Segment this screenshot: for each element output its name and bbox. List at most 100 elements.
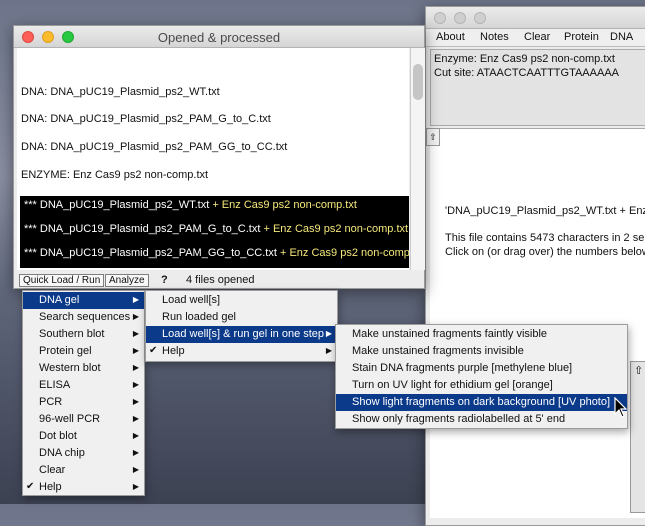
- main-popup-menu: DNA gel ▶ Search sequences ▶ Southern blot ▶ P…: [22, 290, 145, 496]
- submenu-arrow-icon: ▶: [132, 346, 139, 355]
- menu3-item[interactable]: Make unstained fragments invisible: [336, 343, 627, 360]
- menu-clear[interactable]: Clear: [524, 31, 550, 43]
- menu1-item[interactable]: Protein gel ▶: [23, 343, 144, 360]
- menu3-item[interactable]: Make unstained fragments faintly visible: [336, 326, 627, 343]
- submenu-arrow-icon: ▶: [325, 346, 332, 355]
- menu-item-label: Western blot: [39, 362, 101, 374]
- highlighted-row[interactable]: *** DNA_pUC19_Plasmid_ps2_WT.txt + Enz C…: [20, 196, 409, 220]
- submenu-arrow-icon: ▶: [132, 295, 139, 304]
- checkmark-icon: ✔: [26, 481, 35, 492]
- cut-site: Cut site: ATAACTCAATTTGTAAAAAA: [434, 67, 619, 79]
- scroll-up-icon[interactable]: ⇧: [634, 364, 643, 377]
- file-line-dna-wt[interactable]: DNA: DNA_pUC19_Plasmid_ps2_WT.txt: [21, 86, 220, 98]
- instruction-line: Click on (or drag over) the numbers belo…: [445, 246, 645, 258]
- submenu-arrow-icon: ▶: [132, 414, 139, 423]
- file-list-scrollbar[interactable]: [410, 48, 425, 270]
- menu2-item[interactable]: Load well[s] & run gel in one step ▶: [146, 326, 337, 343]
- zoom-window-button[interactable]: [474, 12, 486, 24]
- minimize-window-button[interactable]: [454, 12, 466, 24]
- menu3-item[interactable]: Stain DNA fragments purple [methylene bl…: [336, 360, 627, 377]
- submenu-arrow-icon: ▶: [132, 397, 139, 406]
- scroll-up-arrow-icon: ⇧: [429, 132, 437, 142]
- submenu-arrow-icon: ▶: [132, 448, 139, 457]
- menu3-item[interactable]: Turn on UV light for ethidium gel [orang…: [336, 377, 627, 394]
- menu-item-label: DNA chip: [39, 447, 85, 459]
- menu-item-label: PCR: [39, 396, 63, 408]
- menu2-item[interactable]: Run loaded gel: [146, 309, 337, 326]
- help-icon[interactable]: ?: [161, 274, 168, 286]
- submenu-arrow-icon: ▶: [132, 380, 139, 389]
- highlighted-row[interactable]: *** DNA_pUC19_Plasmid_ps2_PAM_G_to_C.txt…: [20, 220, 409, 244]
- menu-about[interactable]: About: [436, 31, 465, 43]
- menu3-item[interactable]: Show light fragments on dark background …: [336, 394, 627, 411]
- menu-item-label: Help: [39, 481, 62, 493]
- mouse-pointer-icon: [614, 397, 628, 418]
- row-enzyme-name: + Enz Cas9 ps2 non-comp.txt: [279, 247, 409, 259]
- menu-protein[interactable]: Protein: [564, 31, 599, 43]
- sequence-side-panel: ⇧: [630, 361, 645, 513]
- menu-item-label: Make unstained fragments faintly visible: [352, 328, 548, 340]
- menu-item-label: Run loaded gel: [162, 311, 237, 323]
- submenu-arrow-icon: ▶: [132, 431, 139, 440]
- menu1-item[interactable]: 96-well PCR ▶: [23, 411, 144, 428]
- file-line-enzyme[interactable]: ENZYME: Enz Cas9 ps2 non-comp.txt: [21, 169, 208, 181]
- submenu-arrow-icon: ▶: [132, 482, 139, 491]
- quick-load-run-button[interactable]: Quick Load / Run: [19, 274, 105, 287]
- menu-item-label: Dot blot: [39, 430, 77, 442]
- menu-item-label: Stain DNA fragments purple [methylene bl…: [352, 362, 573, 374]
- main-toolbar: Quick Load / Run Analyze ? 4 files opene…: [14, 272, 424, 289]
- menu1-item[interactable]: DNA gel ▶: [23, 292, 144, 309]
- dna-gel-submenu: Load well[s] Run loaded gel Load well[s] &…: [145, 290, 338, 362]
- submenu-arrow-icon: ▶: [132, 329, 139, 338]
- menu-item-label: Search sequences: [39, 311, 131, 323]
- menu-item-label: Load well[s] & run gel in one step: [162, 328, 325, 340]
- file-info-line: This file contains 5473 characters in 2 …: [445, 232, 645, 244]
- menu2-item[interactable]: ✔ Help ▶: [146, 343, 337, 360]
- file-line-dna-gg-to-cc[interactable]: DNA: DNA_pUC19_Plasmid_ps2_PAM_GG_to_CC.…: [21, 141, 287, 153]
- main-window-titlebar[interactable]: Opened & processed: [14, 26, 424, 48]
- menu1-item[interactable]: DNA chip ▶: [23, 445, 144, 462]
- menu-item-label: Southern blot: [39, 328, 105, 340]
- menu1-item[interactable]: Western blot ▶: [23, 360, 144, 377]
- menu3-item[interactable]: Show only fragments radiolabelled at 5' …: [336, 411, 627, 428]
- menu-item-label: Make unstained fragments invisible: [352, 345, 524, 357]
- sequence-window-titlebar[interactable]: [426, 7, 645, 29]
- menu-item-label: Help: [162, 345, 185, 357]
- menu1-item[interactable]: ELISA ▶: [23, 377, 144, 394]
- submenu-arrow-icon: ▶: [132, 312, 139, 321]
- menu-item-label: DNA gel: [39, 294, 80, 306]
- menu1-item[interactable]: Search sequences ▶: [23, 309, 144, 326]
- menu-item-label: Show only fragments radiolabelled at 5' …: [352, 413, 566, 425]
- load-run-submenu: Make unstained fragments faintly visible…: [335, 324, 628, 429]
- sequence-menubar: About Notes Clear Protein DNA: [426, 29, 645, 47]
- submenu-arrow-icon: ▶: [325, 329, 332, 338]
- analyze-button[interactable]: Analyze: [105, 274, 149, 287]
- row-dna-name: DNA_pUC19_Plasmid_ps2_WT.txt: [39, 199, 210, 211]
- menu-item-label: Protein gel: [39, 345, 92, 357]
- menu1-item[interactable]: Clear ▶: [23, 462, 144, 479]
- menu-item-label: Load well[s]: [162, 294, 221, 306]
- row-dna-name: DNA_pUC19_Plasmid_ps2_PAM_GG_to_CC.txt: [39, 247, 277, 259]
- file-title-line: 'DNA_pUC19_Plasmid_ps2_WT.txt + Enz: [445, 205, 645, 217]
- menu-item-label: ELISA: [39, 379, 71, 391]
- sequence-info-area: 'DNA_pUC19_Plasmid_ps2_WT.txt + Enz This…: [430, 128, 645, 518]
- menu1-item[interactable]: Dot blot ▶: [23, 428, 144, 445]
- enzyme-info-panel: Enzyme: Enz Cas9 ps2 non-comp.txt Cut si…: [430, 49, 645, 126]
- menu-item-label: Clear: [39, 464, 66, 476]
- menu1-item[interactable]: ✔ Help ▶: [23, 479, 144, 496]
- menu-notes[interactable]: Notes: [480, 31, 509, 43]
- scroll-top-button[interactable]: ⇧: [426, 128, 440, 146]
- file-line-dna-g-to-c[interactable]: DNA: DNA_pUC19_Plasmid_ps2_PAM_G_to_C.tx…: [21, 113, 271, 125]
- close-window-button[interactable]: [434, 12, 446, 24]
- highlighted-row[interactable]: *** DNA_pUC19_Plasmid_ps2_PAM_GG_to_CC.t…: [20, 244, 409, 268]
- menu-dna[interactable]: DNA: [610, 31, 633, 43]
- sequence-window: About Notes Clear Protein DNA Enzyme: En…: [425, 6, 645, 526]
- menu-item-label: Show light fragments on dark background …: [352, 396, 611, 408]
- scroll-thumb[interactable]: [413, 64, 423, 100]
- opened-processed-window: Opened & processed DNA: DNA_pUC19_Plasmi…: [13, 25, 425, 289]
- submenu-arrow-icon: ▶: [132, 465, 139, 474]
- menu2-item[interactable]: Load well[s]: [146, 292, 337, 309]
- row-marker: ***: [24, 223, 40, 235]
- menu1-item[interactable]: Southern blot ▶: [23, 326, 144, 343]
- menu1-item[interactable]: PCR ▶: [23, 394, 144, 411]
